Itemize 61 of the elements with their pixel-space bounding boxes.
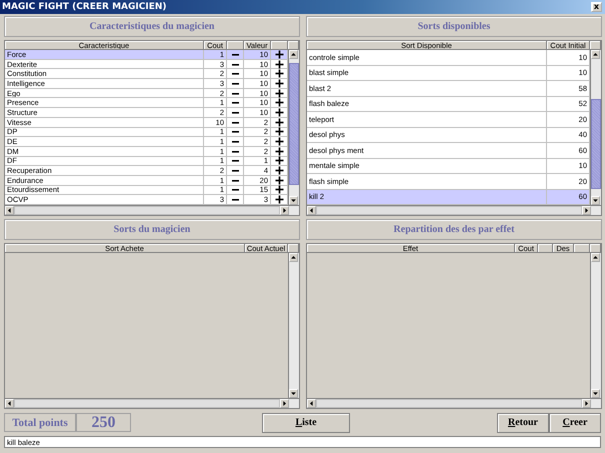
scroll-right-icon[interactable] — [582, 399, 591, 408]
create-button[interactable]: Creer — [549, 412, 601, 432]
vertical-scrollbar[interactable] — [590, 253, 601, 398]
plus-icon[interactable] — [274, 98, 284, 108]
horizontal-scrollbar[interactable] — [5, 205, 299, 215]
scroll-down-icon[interactable] — [591, 196, 600, 205]
scroll-up-icon[interactable] — [591, 50, 600, 59]
list-button[interactable]: Liste — [262, 412, 350, 432]
scroll-down-icon[interactable] — [591, 389, 600, 398]
plus-icon[interactable] — [274, 127, 284, 136]
panel-title: Sorts du magicien — [4, 219, 300, 240]
plus-icon[interactable] — [274, 176, 284, 185]
scroll-thumb[interactable] — [289, 63, 299, 185]
total-label: Total points — [4, 413, 76, 432]
horizontal-scrollbar[interactable] — [307, 398, 601, 408]
plus-icon[interactable] — [274, 166, 284, 176]
panel-title: Caracteristiques du magicien — [4, 16, 300, 37]
scroll-right-icon[interactable] — [280, 206, 289, 215]
scroll-right-icon[interactable] — [280, 399, 289, 408]
scroll-up-icon[interactable] — [289, 50, 298, 59]
scroll-left-icon[interactable] — [307, 206, 316, 215]
scroll-up-icon[interactable] — [289, 253, 298, 262]
horizontal-scrollbar[interactable] — [307, 205, 601, 215]
panel-title: Sorts disponibles — [306, 16, 602, 37]
back-button[interactable]: Retour — [497, 412, 549, 432]
column-header[interactable] — [288, 244, 299, 253]
column-header[interactable] — [288, 41, 299, 50]
column-header[interactable] — [590, 41, 601, 50]
plus-icon[interactable] — [274, 88, 284, 98]
horizontal-scrollbar[interactable] — [5, 398, 299, 408]
plus-icon[interactable] — [274, 195, 284, 204]
panel-title: Repartition des des par effet — [306, 219, 602, 240]
total-value: 250 — [76, 413, 131, 432]
vertical-scrollbar[interactable] — [590, 50, 601, 205]
scroll-up-icon[interactable] — [591, 253, 600, 262]
plus-icon[interactable] — [274, 78, 284, 88]
column-header[interactable] — [574, 244, 590, 253]
plus-icon[interactable] — [274, 69, 284, 78]
plus-icon[interactable] — [274, 185, 284, 194]
scroll-down-icon[interactable] — [289, 196, 298, 205]
scroll-right-icon[interactable] — [582, 206, 591, 215]
scroll-down-icon[interactable] — [289, 389, 298, 398]
window-title: MAGIC FIGHT (CREER MAGICIEN) — [2, 2, 166, 12]
column-header[interactable] — [590, 244, 601, 253]
scroll-thumb[interactable] — [591, 99, 601, 189]
plus-icon[interactable] — [274, 137, 284, 146]
plus-icon[interactable] — [274, 156, 284, 166]
plus-icon[interactable] — [274, 60, 284, 69]
plus-icon[interactable] — [274, 108, 284, 117]
vertical-scrollbar[interactable] — [288, 50, 299, 205]
scroll-left-icon[interactable] — [307, 399, 316, 408]
column-header[interactable] — [538, 244, 553, 253]
plus-icon[interactable] — [274, 50, 284, 59]
column-header[interactable] — [227, 41, 244, 50]
close-button[interactable]: x — [591, 2, 602, 12]
plus-icon[interactable] — [274, 146, 284, 156]
plus-icon[interactable] — [274, 118, 284, 127]
column-header[interactable] — [271, 41, 288, 50]
vertical-scrollbar[interactable] — [288, 253, 299, 398]
scroll-left-icon[interactable] — [5, 206, 14, 215]
scroll-left-icon[interactable] — [5, 399, 14, 408]
